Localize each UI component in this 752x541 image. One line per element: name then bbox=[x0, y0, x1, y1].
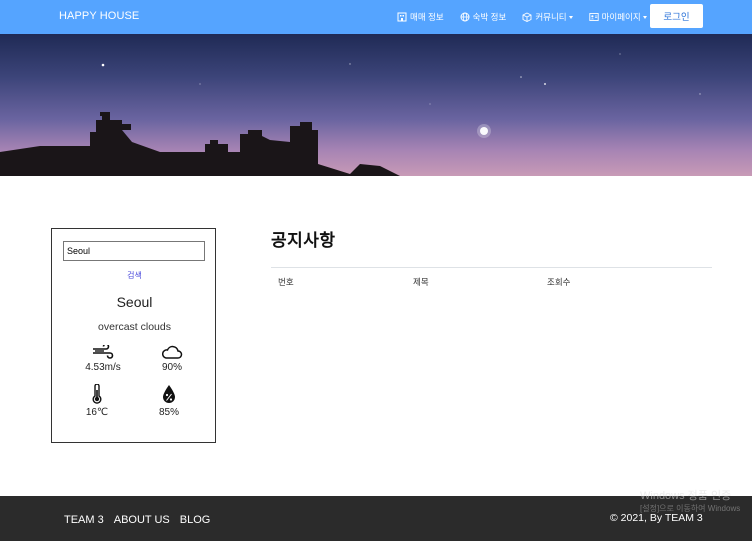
column-header-title: 제목 bbox=[413, 277, 429, 287]
nav-item-label: 숙박 정보 bbox=[472, 12, 507, 22]
chevron-down-icon bbox=[642, 15, 647, 19]
nav-item-label: 매매 정보 bbox=[410, 12, 444, 22]
nav-item-lodging-info[interactable]: 숙박 정보 bbox=[460, 11, 507, 23]
clouds-stat: 90% bbox=[142, 345, 202, 373]
windows-activation-subtext: [설정]으로 이동하여 Windows bbox=[640, 504, 741, 513]
table-divider bbox=[271, 267, 712, 268]
cloud-icon bbox=[162, 345, 183, 359]
temperature-stat: 16℃ bbox=[67, 384, 127, 418]
weather-city: Seoul bbox=[116, 294, 153, 310]
wind-stat: 4.53m/s bbox=[73, 345, 133, 373]
nav-item-trade-info[interactable]: 매매 정보 bbox=[397, 11, 444, 23]
column-header-views: 조회수 bbox=[547, 277, 571, 287]
nav-item-mypage[interactable]: 마이페이지 bbox=[588, 11, 647, 23]
person-card-icon bbox=[588, 13, 599, 21]
nav-item-label: 마이페이지 bbox=[601, 12, 641, 22]
hero-banner-image bbox=[0, 34, 752, 176]
footer-link-team[interactable]: TEAM 3 bbox=[64, 514, 104, 526]
login-button[interactable]: 로그인 bbox=[650, 4, 703, 28]
weather-widget: Seoul 검색 Seoul overcast clouds 4.53m/s 9… bbox=[51, 228, 216, 443]
wind-icon bbox=[93, 345, 114, 359]
windows-activation-watermark: Windows 정품 인증 bbox=[640, 490, 732, 502]
footer-link-blog[interactable]: BLOG bbox=[180, 514, 211, 526]
footer-links: TEAM 3 ABOUT US BLOG bbox=[64, 514, 220, 526]
search-link[interactable]: 검색 bbox=[52, 270, 217, 281]
humidity-value: 85% bbox=[158, 407, 179, 418]
night-sky-rooftops-image bbox=[0, 53, 701, 176]
box-icon bbox=[522, 12, 532, 22]
thermometer-icon bbox=[92, 384, 102, 404]
temperature-value: 16℃ bbox=[85, 407, 109, 418]
globe-icon bbox=[460, 12, 470, 22]
building-icon bbox=[397, 12, 407, 22]
notice-title: 공지사항 bbox=[271, 231, 336, 250]
nav-menu: 매매 정보 숙박 정보 커뮤니티 마이페이지 bbox=[397, 0, 663, 34]
footer-link-about[interactable]: ABOUT US bbox=[114, 514, 170, 526]
nav-item-label: 커뮤니티 bbox=[535, 12, 567, 22]
weather-description: overcast clouds bbox=[98, 321, 171, 333]
column-header-number: 번호 bbox=[278, 277, 294, 287]
brand-logo[interactable]: HAPPY HOUSE bbox=[59, 10, 139, 22]
city-search-input[interactable]: Seoul bbox=[63, 241, 205, 261]
humidity-stat: 85% bbox=[139, 384, 199, 418]
humidity-drop-icon bbox=[163, 385, 175, 403]
top-navbar: HAPPY HOUSE 매매 정보 숙박 정보 커뮤니티 마이페이지 로그인 bbox=[0, 0, 752, 34]
chevron-down-icon bbox=[568, 15, 573, 19]
nav-item-community[interactable]: 커뮤니티 bbox=[522, 11, 573, 23]
clouds-value: 90% bbox=[161, 362, 182, 373]
wind-value: 4.53m/s bbox=[85, 362, 121, 373]
